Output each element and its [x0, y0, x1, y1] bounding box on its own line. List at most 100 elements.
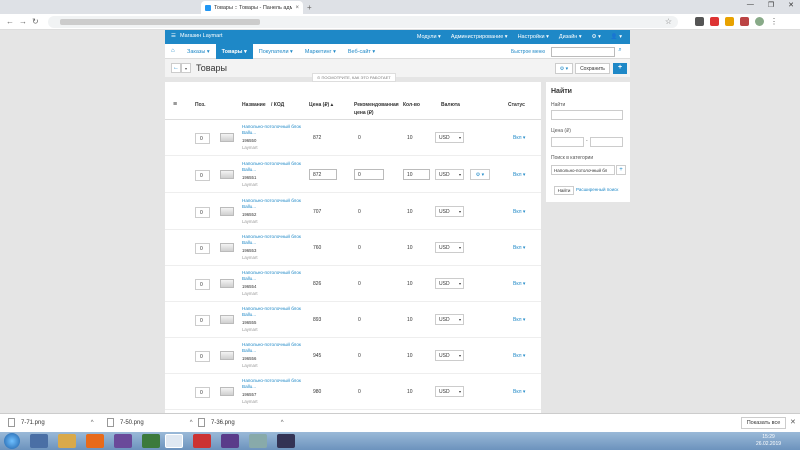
position-input[interactable]: 0	[195, 170, 210, 181]
back-button[interactable]: ←	[171, 63, 181, 73]
forward-arrow-icon[interactable]: →	[19, 17, 27, 26]
position-input[interactable]: 0	[195, 279, 210, 290]
price-value[interactable]: 707	[313, 209, 321, 215]
download-item[interactable]: 7-36.png ^	[198, 418, 284, 427]
product-thumbnail[interactable]	[220, 351, 234, 360]
position-input[interactable]: 0	[195, 133, 210, 144]
col-name[interactable]: Название	[242, 102, 266, 110]
rec-price-value[interactable]: 0	[358, 209, 361, 215]
back-arrow-icon[interactable]: ←	[6, 17, 14, 26]
tab-close-icon[interactable]: ×	[295, 5, 299, 11]
product-thumbnail[interactable]	[220, 387, 234, 396]
menu-modules[interactable]: Модули ▾	[417, 34, 441, 40]
nav-customers[interactable]: Покупатели ▾	[253, 44, 299, 59]
price-to-input[interactable]	[590, 137, 623, 147]
position-input[interactable]: 0	[195, 207, 210, 218]
app-icon[interactable]	[221, 434, 239, 448]
qty-value[interactable]: 10	[407, 209, 413, 215]
currency-select[interactable]: USD ▾	[435, 386, 464, 397]
close-window-icon[interactable]: ✕	[788, 1, 794, 9]
product-thumbnail[interactable]	[220, 133, 234, 142]
menu-design[interactable]: Дизайн ▾	[559, 34, 582, 40]
currency-select[interactable]: USD ▾	[435, 206, 464, 217]
search-icon[interactable]: ⌕	[615, 47, 625, 57]
quick-menu-link[interactable]: Быстрое меню	[511, 49, 545, 55]
profile-avatar[interactable]	[755, 17, 764, 26]
chrome-icon[interactable]	[165, 434, 183, 448]
chevron-up-icon[interactable]: ^	[281, 420, 284, 426]
menu-tools[interactable]: ⚙ ▾	[592, 34, 601, 40]
yandex-icon[interactable]	[193, 434, 211, 448]
price-value[interactable]: 760	[313, 245, 321, 251]
menu-user[interactable]: 👤 ▾	[611, 34, 622, 40]
qty-value[interactable]: 10	[407, 245, 413, 251]
position-input[interactable]: 0	[195, 315, 210, 326]
home-icon[interactable]: ⌂	[171, 48, 175, 54]
nav-products[interactable]: Товары ▾	[215, 44, 253, 59]
price-from-input[interactable]	[551, 137, 584, 147]
price-value[interactable]: 945	[313, 353, 321, 359]
product-name-link[interactable]: Напольно-потолочный блок Ballu...	[242, 161, 304, 173]
menu-administration[interactable]: Администрирование ▾	[451, 34, 508, 40]
chevron-up-icon[interactable]: ^	[190, 420, 193, 426]
extension-icon[interactable]	[710, 17, 719, 26]
add-product-button[interactable]: +	[613, 63, 627, 74]
address-bar[interactable]: ☆	[48, 16, 678, 28]
nav-orders[interactable]: Заказы ▾	[181, 44, 216, 59]
advanced-search-link[interactable]: Расширенный поиск	[576, 187, 618, 192]
product-thumbnail[interactable]	[220, 315, 234, 324]
qty-value[interactable]: 10	[407, 281, 413, 287]
rec-price-value[interactable]: 0	[358, 317, 361, 323]
rec-price-value[interactable]: 0	[358, 353, 361, 359]
browser-tab[interactable]: Товары :: Товары - Панель адм... ×	[201, 1, 303, 14]
reload-icon[interactable]: ↻	[32, 17, 39, 26]
app-icon[interactable]	[142, 434, 160, 448]
how-it-works-link[interactable]: ⊙ ПОСМОТРИТЕ, КАК ЭТО РАБОТАЕТ	[312, 73, 396, 82]
product-thumbnail[interactable]	[220, 207, 234, 216]
price-value[interactable]: 893	[313, 317, 321, 323]
bulk-menu-icon[interactable]: ≡	[173, 100, 177, 111]
status-dropdown[interactable]: Вкл ▾	[513, 317, 525, 323]
position-input[interactable]: 0	[195, 387, 210, 398]
status-dropdown[interactable]: Вкл ▾	[513, 353, 525, 359]
col-qty[interactable]: Кол-во	[403, 102, 420, 110]
qty-value[interactable]: 10	[407, 135, 413, 141]
app-icon[interactable]	[249, 434, 267, 448]
product-name-link[interactable]: Напольно-потолочный блок Ballu...	[242, 342, 304, 354]
currency-select[interactable]: USD ▾	[435, 242, 464, 253]
rec-price-value[interactable]: 0	[358, 135, 361, 141]
qty-input[interactable]: 10	[403, 169, 430, 180]
currency-select[interactable]: USD ▾	[435, 169, 464, 180]
currency-select[interactable]: USD ▾	[435, 314, 464, 325]
maximize-icon[interactable]: ❐	[768, 1, 774, 9]
status-dropdown[interactable]: Вкл ▾	[513, 209, 525, 215]
find-button[interactable]: Найти	[554, 186, 574, 195]
price-value[interactable]: 826	[313, 281, 321, 287]
shop-link[interactable]: ☰ Магазин Laymart	[171, 33, 223, 39]
explorer-icon[interactable]	[58, 434, 76, 448]
ie-icon[interactable]	[30, 434, 48, 448]
settings-dropdown[interactable]: ⚙ ▾	[555, 63, 573, 74]
menu-settings[interactable]: Настройки ▾	[518, 34, 549, 40]
extension-icon[interactable]	[725, 17, 734, 26]
price-input[interactable]: 872	[309, 169, 337, 180]
qty-value[interactable]: 10	[407, 317, 413, 323]
status-dropdown[interactable]: Вкл ▾	[513, 135, 525, 141]
app-icon[interactable]	[114, 434, 132, 448]
position-input[interactable]: 0	[195, 351, 210, 362]
price-value[interactable]: 872	[313, 135, 321, 141]
product-thumbnail[interactable]	[220, 170, 234, 179]
start-button[interactable]	[4, 433, 20, 449]
product-name-link[interactable]: Напольно-потолочный блок Ballu...	[242, 270, 304, 282]
menu-dots-icon[interactable]: ⋮	[770, 17, 778, 26]
currency-select[interactable]: USD ▾	[435, 350, 464, 361]
col-price[interactable]: Цена (₽) ▴	[309, 102, 333, 110]
category-input[interactable]: Напольно-потолочный бл	[551, 165, 615, 175]
product-name-link[interactable]: Напольно-потолочный блок Ballu...	[242, 378, 304, 390]
minimize-icon[interactable]: —	[747, 1, 754, 9]
product-name-link[interactable]: Напольно-потолочный блок Ballu...	[242, 234, 304, 246]
nav-website[interactable]: Веб-сайт ▾	[342, 44, 381, 59]
product-name-link[interactable]: Напольно-потолочный блок Ballu...	[242, 124, 304, 136]
download-item[interactable]: 7-50.png ^	[107, 418, 193, 427]
star-icon[interactable]: ☆	[665, 17, 672, 26]
